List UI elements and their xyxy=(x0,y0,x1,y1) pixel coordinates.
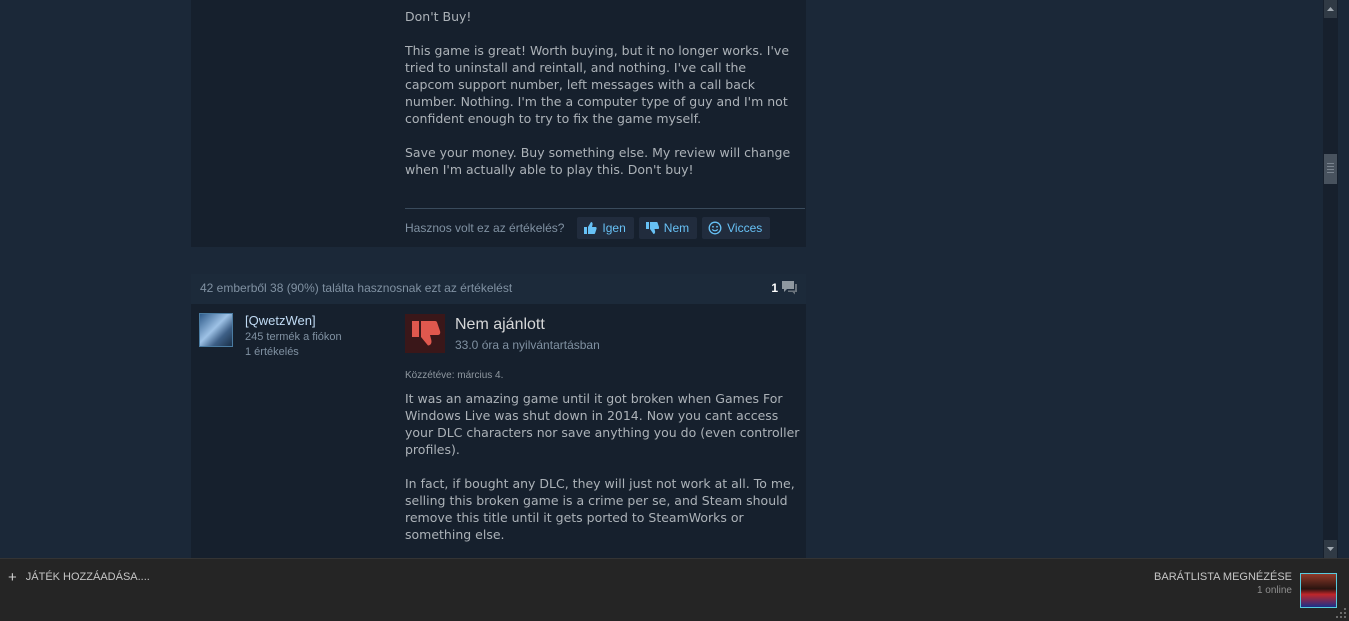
posted-date: Közzétéve: március 4. xyxy=(405,370,504,381)
friends-online-count: 1 online xyxy=(1256,585,1292,596)
comment-count: 1 xyxy=(771,280,778,295)
review-1-paragraph: Don't Buy! xyxy=(405,9,472,24)
review-1-text: Don't Buy! This game is great! Worth buy… xyxy=(405,8,797,195)
review-1-paragraph: Save your money. Buy something else. My … xyxy=(405,145,791,177)
vote-funny-label: Vicces xyxy=(727,221,763,235)
divider xyxy=(405,208,805,209)
scroll-down-icon xyxy=(1327,547,1334,551)
reviewer-name[interactable]: [QwetzWen] xyxy=(245,313,316,328)
reviewer-products[interactable]: 245 termék a fiókon xyxy=(245,331,342,343)
client-footer: + JÁTÉK HOZZÁADÁSA.... BARÁTLISTA MEGNÉZ… xyxy=(0,558,1349,621)
scroll-up-button[interactable] xyxy=(1324,0,1337,18)
review-2-paragraph: It was an amazing game until it got brok… xyxy=(405,391,800,457)
not-recommended-badge[interactable] xyxy=(405,314,445,353)
comment-bubble-icon xyxy=(782,281,797,295)
review-2-header: 42 emberből 38 (90%) találta hasznosnak … xyxy=(191,274,806,304)
vertical-scrollbar[interactable] xyxy=(1323,0,1338,558)
vote-no-button[interactable]: Nem xyxy=(638,217,698,239)
thumbs-down-icon xyxy=(412,321,441,346)
reviewer-reviews[interactable]: 1 értékelés xyxy=(245,346,299,358)
scroll-up-icon xyxy=(1327,7,1334,11)
scrollbar-thumb[interactable] xyxy=(1324,154,1337,184)
resize-grip-icon[interactable] xyxy=(1336,608,1347,619)
grip-icon xyxy=(1327,163,1334,175)
plus-icon: + xyxy=(8,568,17,586)
comment-count-link[interactable]: 1 xyxy=(771,280,798,295)
vote-yes-label: Igen xyxy=(602,221,626,235)
add-game-button[interactable]: + JÁTÉK HOZZÁADÁSA.... xyxy=(8,568,150,586)
vote-yes-button[interactable]: Igen xyxy=(577,217,634,239)
add-game-label: JÁTÉK HOZZÁADÁSA.... xyxy=(25,571,150,583)
vote-funny-button[interactable]: Vicces xyxy=(702,217,771,239)
helpful-question: Hasznos volt ez az értékelés? xyxy=(405,221,565,235)
review-verdict[interactable]: Nem ajánlott xyxy=(455,316,545,334)
smiley-icon xyxy=(708,221,722,235)
thumbs-down-icon xyxy=(645,222,659,234)
review-card-2: [QwetzWen] 245 termék a fiókon 1 értékel… xyxy=(191,304,806,558)
reviewer-avatar[interactable] xyxy=(199,313,233,347)
thumbs-up-icon xyxy=(584,222,598,234)
review-card-1: Don't Buy! This game is great! Worth buy… xyxy=(191,0,806,247)
view-friends-button[interactable]: BARÁTLISTA MEGNÉZÉSE xyxy=(1154,571,1292,583)
helpful-summary: 42 emberből 38 (90%) találta hasznosnak … xyxy=(200,281,513,295)
review-2-paragraph: In fact, if bought any DLC, they will ju… xyxy=(405,476,795,542)
hours-played: 33.0 óra a nyilvántartásban xyxy=(455,338,600,352)
helpful-vote-bar: Hasznos volt ez az értékelés? Igen Nem V… xyxy=(405,217,775,239)
scroll-down-button[interactable] xyxy=(1324,540,1337,558)
vote-no-label: Nem xyxy=(663,221,690,235)
review-2-text: It was an amazing game until it got brok… xyxy=(405,390,800,560)
review-1-paragraph: This game is great! Worth buying, but it… xyxy=(405,43,790,126)
user-avatar[interactable] xyxy=(1300,573,1337,608)
